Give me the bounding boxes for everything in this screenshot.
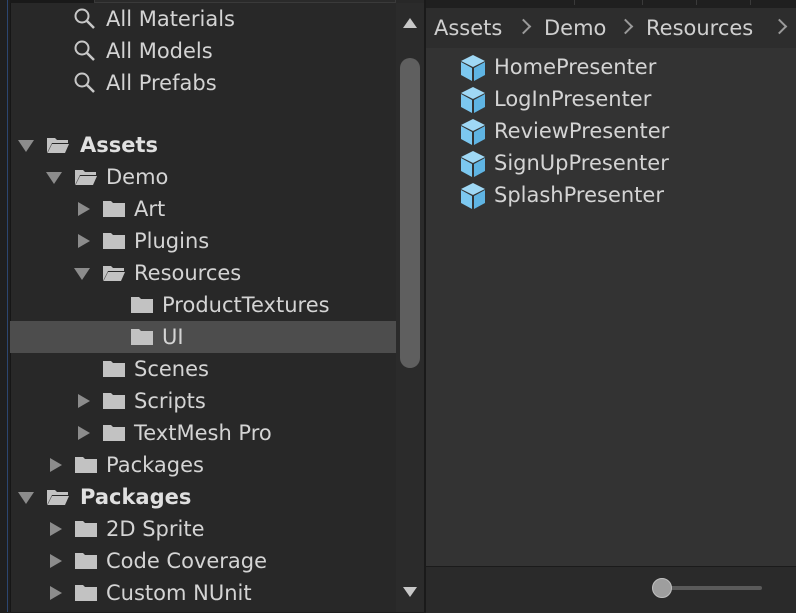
tree-item-label: UI: [162, 325, 184, 349]
prefab-cube-icon: [461, 87, 485, 113]
tree-item-label: ProductTextures: [162, 293, 330, 317]
tree-item-2d-sprite[interactable]: 2D Sprite: [10, 513, 396, 545]
tree-item-plugins[interactable]: Plugins: [10, 225, 396, 257]
breadcrumb-item-resources[interactable]: Resources: [646, 14, 753, 42]
collapse-arrow-icon[interactable]: [50, 586, 62, 600]
asset-item-reviewpresenter[interactable]: ReviewPresenter: [458, 115, 788, 147]
asset-browser-pane: Assets Demo Resources HomePresenter LogI…: [424, 0, 796, 613]
tree-item-label: Resources: [134, 261, 242, 285]
asset-name: HomePresenter: [494, 55, 657, 79]
folder-open-icon: [103, 266, 125, 281]
tree-item-label: Packages: [106, 453, 204, 477]
prefab-cube-icon: [461, 151, 485, 177]
asset-item-signuppresenter[interactable]: SignUpPresenter: [458, 147, 788, 179]
tree-item-packages-root[interactable]: Packages: [10, 481, 396, 513]
tree-item-demo[interactable]: Demo: [10, 161, 396, 193]
chevron-right-icon: [771, 18, 788, 35]
collapse-arrow-icon[interactable]: [78, 234, 90, 248]
tree-item-label: Art: [134, 197, 166, 221]
breadcrumb-item-assets[interactable]: Assets: [434, 14, 502, 42]
expand-arrow-icon[interactable]: [74, 268, 90, 280]
tree-item-label: Assets: [80, 133, 159, 157]
asset-list: HomePresenter LogInPresenter ReviewPrese…: [426, 48, 796, 566]
collapse-arrow-icon[interactable]: [78, 202, 90, 216]
tree-item-producttextures[interactable]: ProductTextures: [10, 289, 396, 321]
favorite-label: All Materials: [106, 7, 235, 31]
favorite-label: All Models: [106, 39, 213, 63]
search-icon: [74, 40, 95, 61]
folder-open-icon: [47, 490, 69, 505]
tree-item-resources[interactable]: Resources: [10, 257, 396, 289]
folder-icon: [75, 585, 97, 601]
folder-icon: [75, 553, 97, 569]
folder-icon: [103, 393, 125, 409]
asset-item-loginpresenter[interactable]: LogInPresenter: [458, 83, 788, 115]
folder-icon: [103, 361, 125, 377]
collapse-arrow-icon[interactable]: [50, 458, 62, 472]
collapse-arrow-icon[interactable]: [50, 554, 62, 568]
tree-item-label: Code Coverage: [106, 549, 268, 573]
scroll-up-arrow-icon[interactable]: [403, 18, 417, 28]
tree-item-assets-packages[interactable]: Packages: [10, 449, 396, 481]
collapse-arrow-icon[interactable]: [50, 522, 62, 536]
chevron-right-icon: [515, 18, 532, 35]
folder-icon: [75, 457, 97, 473]
folder-icon: [131, 329, 153, 345]
folder-icon: [75, 521, 97, 537]
bottom-bar: [426, 566, 796, 613]
expand-arrow-icon[interactable]: [46, 172, 62, 184]
prefab-cube-icon: [461, 119, 485, 145]
tree-item-label: TextMesh Pro: [134, 421, 272, 445]
tree-item-ui[interactable]: UI: [10, 321, 396, 353]
tree-item-label: 2D Sprite: [106, 517, 205, 541]
collapse-arrow-icon[interactable]: [78, 426, 90, 440]
asset-name: SignUpPresenter: [494, 151, 669, 175]
expand-arrow-icon[interactable]: [18, 492, 34, 504]
folder-open-icon: [75, 170, 97, 185]
favorite-item-all-models[interactable]: All Models: [10, 35, 396, 67]
scrollbar-thumb[interactable]: [400, 58, 420, 368]
search-icon: [74, 72, 95, 93]
project-tree-pane: All Materials All Models All Prefabs Ass…: [0, 0, 424, 612]
asset-name: SplashPresenter: [494, 183, 664, 207]
asset-name: LogInPresenter: [494, 87, 652, 111]
favorite-label: All Prefabs: [106, 71, 217, 95]
tree-item-label: Scripts: [134, 389, 206, 413]
favorite-item-all-materials[interactable]: All Materials: [10, 3, 396, 35]
folder-icon: [103, 201, 125, 217]
tree-item-code-coverage[interactable]: Code Coverage: [10, 545, 396, 577]
folder-icon: [103, 425, 125, 441]
asset-item-homepresenter[interactable]: HomePresenter: [458, 51, 788, 83]
folder-icon: [103, 233, 125, 249]
tree-item-scripts[interactable]: Scripts: [10, 385, 396, 417]
folder-open-icon: [47, 138, 69, 153]
tree-item-label: Plugins: [134, 229, 210, 253]
tree-item-scenes[interactable]: Scenes: [10, 353, 396, 385]
tree-item-label: Scenes: [134, 357, 209, 381]
favorite-item-all-prefabs[interactable]: All Prefabs: [10, 67, 396, 99]
tree-item-custom-nunit[interactable]: Custom NUnit: [10, 577, 396, 609]
tree-item-textmesh-pro[interactable]: TextMesh Pro: [10, 417, 396, 449]
toolbar-dividers: [574, 0, 796, 5]
folder-tree: All Materials All Models All Prefabs Ass…: [10, 3, 396, 612]
tree-item-label: Demo: [106, 165, 169, 189]
asset-name: ReviewPresenter: [494, 119, 670, 143]
prefab-cube-icon: [461, 183, 485, 209]
tree-item-art[interactable]: Art: [10, 193, 396, 225]
collapse-arrow-icon[interactable]: [78, 394, 90, 408]
expand-arrow-icon[interactable]: [18, 140, 34, 152]
scroll-down-arrow-icon[interactable]: [403, 587, 417, 597]
tree-item-label: Custom NUnit: [106, 581, 252, 605]
tree-item-label: Packages: [80, 485, 192, 509]
chevron-right-icon: [617, 18, 634, 35]
breadcrumb-item-demo[interactable]: Demo: [544, 14, 606, 42]
breadcrumb: Assets Demo Resources: [426, 8, 796, 48]
tree-item-assets[interactable]: Assets: [10, 129, 396, 161]
asset-item-splashpresenter[interactable]: SplashPresenter: [458, 179, 788, 211]
prefab-cube-icon: [461, 55, 485, 81]
tree-scrollbar[interactable]: [396, 3, 424, 612]
search-icon: [74, 8, 95, 29]
zoom-slider-thumb[interactable]: [652, 578, 672, 598]
folder-icon: [131, 297, 153, 313]
